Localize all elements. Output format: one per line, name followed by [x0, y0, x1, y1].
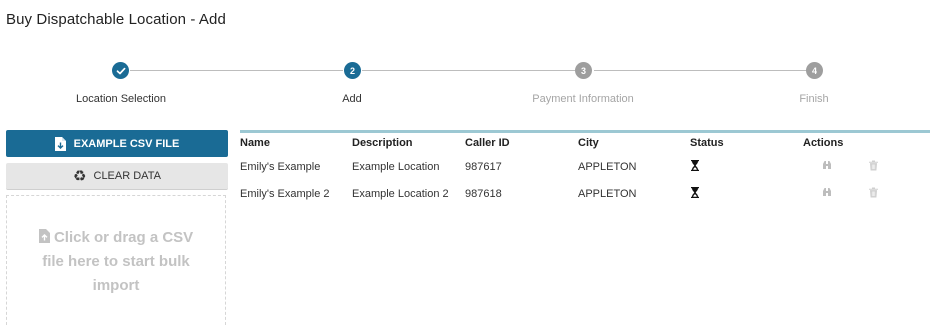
- dropzone-text-line-1: Click or drag a CSV: [53, 229, 194, 246]
- table-row: Emily's Example Example Location 987617 …: [240, 153, 930, 180]
- step-2-indicator: 2: [344, 62, 361, 79]
- dropzone-text-line-3: import: [92, 277, 140, 294]
- column-header-actions: Actions: [803, 137, 844, 149]
- csv-dropzone[interactable]: Click or drag a CSV file here to start b…: [6, 195, 226, 325]
- file-download-icon: [54, 136, 66, 151]
- column-header-status: Status: [690, 137, 724, 149]
- cell-city: APPLETON: [578, 160, 637, 173]
- hourglass-icon: [691, 186, 699, 201]
- step-1-complete-indicator: [112, 62, 129, 79]
- column-header-description: Description: [352, 137, 413, 149]
- step-connector: [362, 70, 575, 71]
- step-4-label: Finish: [799, 93, 829, 105]
- progress-stepper: 2 3 4 Location Selection Add Payment Inf…: [0, 60, 940, 110]
- cell-caller-id: 987618: [465, 187, 502, 200]
- cell-description: Example Location 2: [352, 187, 449, 200]
- view-binoculars-icon[interactable]: [822, 187, 832, 200]
- step-connector: [594, 70, 807, 71]
- column-header-caller-id: Caller ID: [465, 137, 510, 149]
- page-title: Buy Dispatchable Location - Add: [6, 11, 226, 28]
- dropzone-text-line-2: file here to start bulk: [42, 253, 190, 270]
- cell-name: Emily's Example: [240, 160, 321, 173]
- step-connector: [130, 70, 343, 71]
- column-header-name: Name: [240, 137, 270, 149]
- table-header-row: Name Description Caller ID City Status A…: [240, 133, 930, 153]
- cell-name: Emily's Example 2: [240, 187, 330, 200]
- step-4-indicator: 4: [806, 62, 823, 79]
- delete-trash-icon[interactable]: [869, 160, 878, 173]
- cell-city: APPLETON: [578, 187, 637, 200]
- step-3-indicator: 3: [575, 62, 592, 79]
- clear-data-label: CLEAR DATA: [93, 170, 161, 182]
- step-1-label: Location Selection: [76, 93, 166, 105]
- delete-trash-icon[interactable]: [869, 187, 878, 200]
- example-csv-file-button[interactable]: EXAMPLE CSV FILE: [6, 130, 228, 157]
- view-binoculars-icon[interactable]: [822, 160, 832, 173]
- checkmark-icon: [116, 67, 125, 74]
- locations-table: Name Description Caller ID City Status A…: [240, 130, 930, 207]
- cell-description: Example Location: [352, 160, 440, 173]
- clear-data-button[interactable]: ♻ CLEAR DATA: [6, 163, 228, 190]
- example-csv-file-label: EXAMPLE CSV FILE: [73, 137, 180, 150]
- hourglass-icon: [691, 159, 699, 174]
- step-2-label: Add: [342, 93, 362, 105]
- recycle-icon: ♻: [73, 167, 87, 185]
- table-row: Emily's Example 2 Example Location 2 987…: [240, 180, 930, 207]
- cell-caller-id: 987617: [465, 160, 502, 173]
- step-3-label: Payment Information: [532, 93, 634, 105]
- column-header-city: City: [578, 137, 599, 149]
- file-upload-icon: [38, 229, 50, 243]
